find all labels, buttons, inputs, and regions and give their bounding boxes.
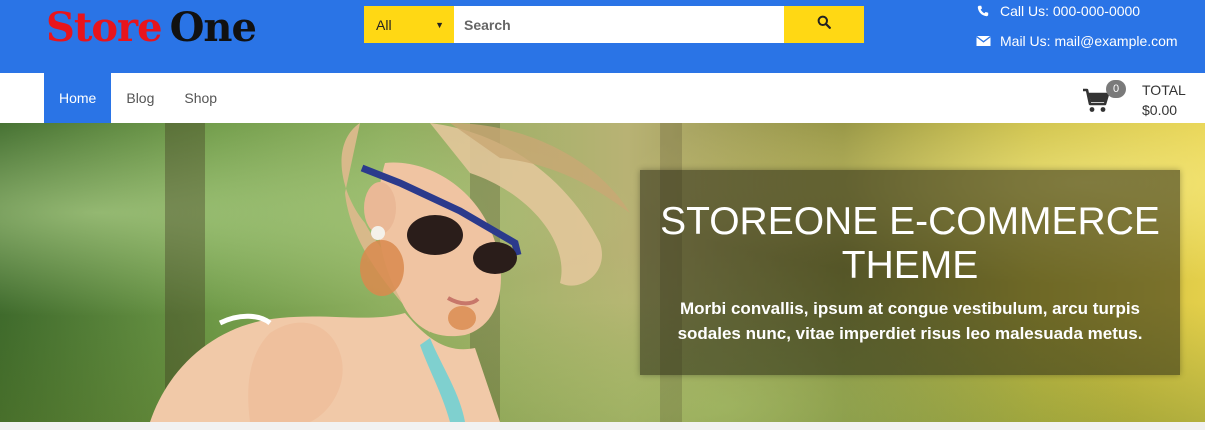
cart-total-value: $0.00 — [1142, 102, 1178, 118]
cart-count-badge: 0 — [1106, 80, 1126, 98]
logo-word-store: Store — [46, 4, 163, 51]
nav-item-shop[interactable]: Shop — [169, 73, 232, 123]
hero-slider[interactable]: STOREONE E-COMMERCE THEME Morbi convalli… — [0, 123, 1205, 422]
caret-down-icon: ▼ — [435, 20, 444, 30]
logo-word-one: One — [169, 4, 257, 51]
cart-total[interactable]: TOTAL $0.00 — [1142, 80, 1186, 120]
contact-email-text[interactable]: Mail Us: mail@example.com — [1000, 33, 1178, 49]
phone-icon — [974, 5, 992, 17]
cart-total-label: TOTAL — [1142, 82, 1186, 98]
hero-title: STOREONE E-COMMERCE THEME — [660, 200, 1160, 287]
nav-item-blog[interactable]: Blog — [111, 73, 169, 123]
hero-caption: STOREONE E-COMMERCE THEME Morbi convalli… — [640, 170, 1180, 375]
nav-item-home[interactable]: Home — [44, 73, 112, 123]
hero-text: Morbi convallis, ipsum at congue vestibu… — [677, 299, 1143, 343]
contact-phone: Call Us: 000-000-0000 — [974, 3, 1140, 19]
search-button[interactable] — [784, 6, 864, 43]
search-icon — [817, 15, 831, 34]
main-nav-bar: Home Blog Shop 0 TOTAL $0.00 — [0, 73, 1205, 123]
main-menu: Home Blog Shop — [44, 73, 232, 123]
contact-email: Mail Us: mail@example.com — [974, 33, 1178, 49]
search-bar: All ▼ — [364, 6, 864, 43]
search-input[interactable] — [454, 6, 784, 43]
site-logo[interactable]: Store One — [46, 4, 257, 51]
page-content-edge — [0, 422, 1205, 430]
contact-phone-text: Call Us: 000-000-0000 — [1000, 3, 1141, 19]
category-select-value: All — [376, 16, 392, 33]
envelope-icon — [974, 35, 992, 47]
top-header: Store One All ▼ Call Us: 000-000-0000 — [0, 0, 1205, 73]
hero-model-image — [150, 123, 630, 422]
cart-button[interactable]: 0 — [1082, 80, 1126, 116]
category-select[interactable]: All ▼ — [364, 6, 454, 43]
